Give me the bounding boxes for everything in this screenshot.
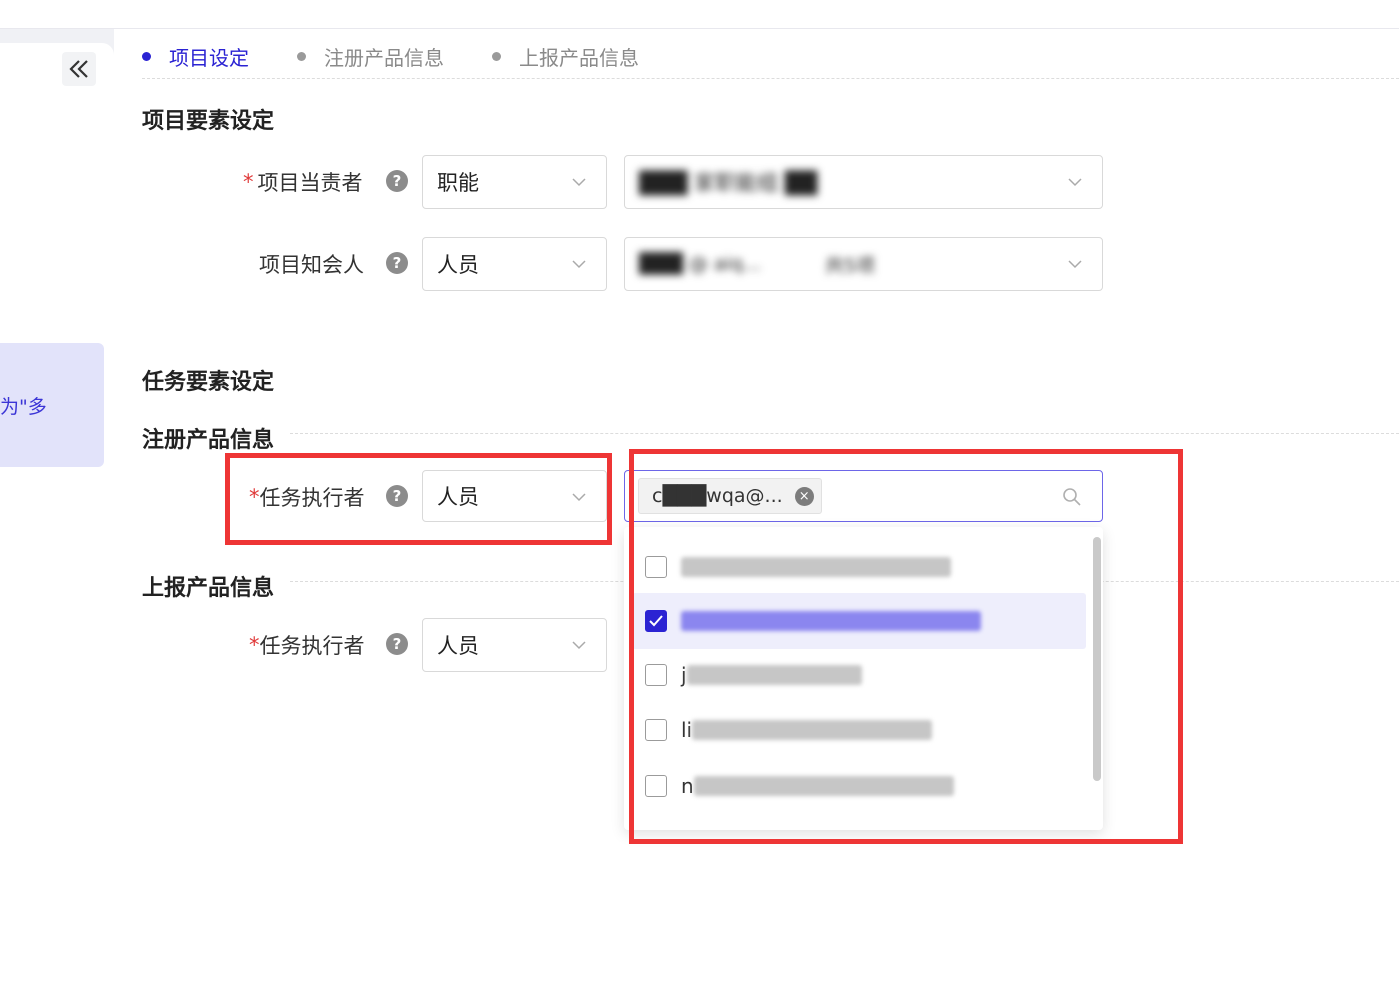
divider [142, 78, 1399, 79]
section-title-project: 项目要素设定 [142, 109, 275, 134]
side-panel [0, 43, 114, 999]
step-register-info[interactable]: 注册产品信息 [297, 42, 444, 71]
side-note: 为"多 [0, 343, 104, 467]
label-text: 项目当责者 [257, 171, 363, 195]
chevron-down-icon [572, 178, 586, 187]
owner-value-select[interactable]: ███ 家职能组 ██ [624, 155, 1103, 209]
step-label: 项目设定 [169, 45, 249, 70]
step-dot [492, 51, 501, 61]
section-title-report: 上报产品信息 [142, 576, 275, 601]
more-count: 共5项 [825, 254, 876, 277]
step-label: 上报产品信息 [519, 45, 639, 70]
step-label: 注册产品信息 [324, 45, 444, 70]
required-mark: * [243, 170, 254, 194]
required-mark: * [249, 633, 260, 657]
field-label-project-owner: * 项目当责者 [243, 155, 363, 209]
informed-value-select[interactable]: ███ @ aiq... 共5项 [624, 237, 1103, 291]
label-text: 任务执行者 [259, 634, 365, 658]
report-type-select[interactable]: 人员 [422, 618, 607, 672]
select-value: 人员 [437, 253, 479, 277]
divider [290, 433, 1399, 434]
step-dot [142, 51, 151, 61]
chevron-down-icon [1068, 260, 1082, 269]
field-label-project-informed: 项目知会人 [259, 237, 364, 291]
field-label-report-executor: * 任务执行者 [249, 618, 365, 672]
section-title-register: 注册产品信息 [142, 428, 275, 453]
selected-tag: ███ @ aiq... [639, 253, 762, 275]
chevron-down-icon [572, 260, 586, 269]
chevron-down-icon [572, 641, 586, 650]
select-value: 人员 [437, 634, 479, 658]
chevron-down-icon [1068, 178, 1082, 187]
highlight-box-dropdown [629, 449, 1183, 844]
step-dot [297, 51, 306, 61]
step-project-setup[interactable]: 项目设定 [142, 42, 249, 71]
step-report-info[interactable]: 上报产品信息 [492, 42, 639, 71]
step-nav: 项目设定 注册产品信息 上报产品信息 [142, 40, 687, 72]
help-icon[interactable]: ? [386, 252, 408, 274]
select-value: ███ 家职能组 ██ [639, 171, 818, 195]
double-chevron-left-icon [69, 60, 88, 78]
label-text: 项目知会人 [259, 253, 364, 277]
informed-type-select[interactable]: 人员 [422, 237, 607, 291]
section-title-task: 任务要素设定 [142, 370, 275, 395]
owner-type-select[interactable]: 职能 [422, 155, 607, 209]
highlight-box-label [225, 453, 612, 545]
top-bar [0, 0, 1399, 29]
help-icon[interactable]: ? [386, 170, 408, 192]
select-value: 职能 [437, 171, 479, 195]
side-note-text: 为"多 [0, 395, 47, 418]
collapse-sidebar-button[interactable] [62, 52, 96, 86]
help-icon[interactable]: ? [386, 633, 408, 655]
